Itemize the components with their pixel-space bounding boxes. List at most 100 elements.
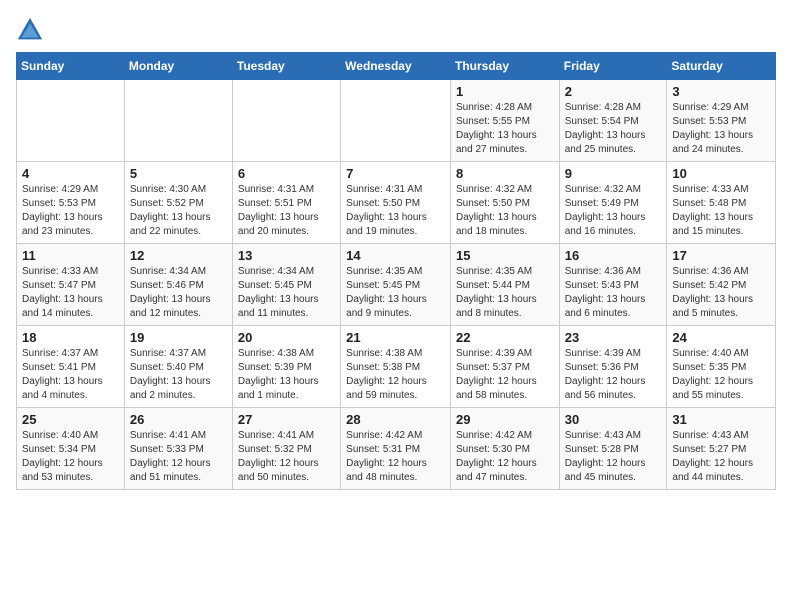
day-detail: Sunrise: 4:38 AMSunset: 5:39 PMDaylight:… xyxy=(238,347,335,403)
calendar-day-cell: 18 Sunrise: 4:37 AMSunset: 5:41 PMDayligh… xyxy=(17,326,125,408)
day-detail: Sunrise: 4:40 AMSunset: 5:34 PMDaylight:… xyxy=(22,429,119,485)
calendar-week-row: 11Sunrise: 4:33 AMSunset: 5:47 PMDayligh… xyxy=(17,244,776,326)
calendar-day-cell: 7Sunrise: 4:31 AMSunset: 5:50 PMDaylight… xyxy=(341,162,451,244)
calendar-day-cell: 21 Sunrise: 4:38 AMSunset: 5:38 PMDayligh… xyxy=(341,326,451,408)
calendar-day-cell xyxy=(124,80,232,162)
day-detail: Sunrise: 4:30 AMSunset: 5:52 PMDaylight:… xyxy=(130,183,227,239)
day-number: 27 xyxy=(238,412,335,427)
day-number: 1 xyxy=(456,84,554,99)
day-number: 29 xyxy=(456,412,554,427)
day-detail: Sunrise: 4:35 AMSunset: 5:44 PMDaylight:… xyxy=(456,265,554,321)
day-detail: Sunrise: 4:34 AMSunset: 5:46 PMDaylight:… xyxy=(130,265,227,321)
calendar-day-cell: 8Sunrise: 4:32 AMSunset: 5:50 PMDaylight… xyxy=(450,162,559,244)
day-detail: Sunrise: 4:41 AMSunset: 5:33 PMDaylight:… xyxy=(130,429,227,485)
calendar-day-cell: 14 Sunrise: 4:35 AMSunset: 5:45 PMDayligh… xyxy=(341,244,451,326)
calendar-day-cell: 2 Sunrise: 4:28 AMSunset: 5:54 PMDaylight… xyxy=(559,80,667,162)
calendar-body: 1 Sunrise: 4:28 AMSunset: 5:55 PMDaylight… xyxy=(17,80,776,490)
day-detail: Sunrise: 4:35 AMSunset: 5:45 PMDaylight:… xyxy=(346,265,445,321)
calendar-day-cell xyxy=(232,80,340,162)
weekday-header: Thursday xyxy=(450,53,559,80)
logo-icon xyxy=(16,16,44,44)
weekday-header: Friday xyxy=(559,53,667,80)
weekday-header: Sunday xyxy=(17,53,125,80)
calendar-day-cell xyxy=(341,80,451,162)
calendar-day-cell xyxy=(17,80,125,162)
calendar-day-cell: 30 Sunrise: 4:43 AMSunset: 5:28 PMDayligh… xyxy=(559,408,667,490)
day-number: 13 xyxy=(238,248,335,263)
calendar-day-cell: 27 Sunrise: 4:41 AMSunset: 5:32 PMDayligh… xyxy=(232,408,340,490)
day-number: 22 xyxy=(456,330,554,345)
day-number: 16 xyxy=(565,248,662,263)
day-detail: Sunrise: 4:43 AMSunset: 5:27 PMDaylight:… xyxy=(672,429,770,485)
day-number: 28 xyxy=(346,412,445,427)
calendar-day-cell: 17Sunrise: 4:36 AMSunset: 5:42 PMDayligh… xyxy=(667,244,776,326)
day-detail: Sunrise: 4:41 AMSunset: 5:32 PMDaylight:… xyxy=(238,429,335,485)
day-number: 10 xyxy=(672,166,770,181)
calendar-day-cell: 15Sunrise: 4:35 AMSunset: 5:44 PMDayligh… xyxy=(450,244,559,326)
day-number: 24 xyxy=(672,330,770,345)
day-detail: Sunrise: 4:38 AMSunset: 5:38 PMDaylight:… xyxy=(346,347,445,403)
page-header xyxy=(16,16,776,44)
day-number: 8 xyxy=(456,166,554,181)
day-number: 23 xyxy=(565,330,662,345)
day-detail: Sunrise: 4:29 AMSunset: 5:53 PMDaylight:… xyxy=(22,183,119,239)
calendar-day-cell: 16 Sunrise: 4:36 AMSunset: 5:43 PMDayligh… xyxy=(559,244,667,326)
calendar-week-row: 18 Sunrise: 4:37 AMSunset: 5:41 PMDayligh… xyxy=(17,326,776,408)
day-number: 25 xyxy=(22,412,119,427)
day-number: 12 xyxy=(130,248,227,263)
day-detail: Sunrise: 4:37 AMSunset: 5:41 PMDaylight:… xyxy=(22,347,119,403)
day-detail: Sunrise: 4:31 AMSunset: 5:50 PMDaylight:… xyxy=(346,183,445,239)
day-detail: Sunrise: 4:36 AMSunset: 5:42 PMDaylight:… xyxy=(672,265,770,321)
day-number: 3 xyxy=(672,84,770,99)
calendar-day-cell: 1 Sunrise: 4:28 AMSunset: 5:55 PMDaylight… xyxy=(450,80,559,162)
day-number: 9 xyxy=(565,166,662,181)
day-detail: Sunrise: 4:34 AMSunset: 5:45 PMDaylight:… xyxy=(238,265,335,321)
calendar-table: SundayMondayTuesdayWednesdayThursdayFrid… xyxy=(16,52,776,490)
calendar-week-row: 25 Sunrise: 4:40 AMSunset: 5:34 PMDayligh… xyxy=(17,408,776,490)
calendar-week-row: 1 Sunrise: 4:28 AMSunset: 5:55 PMDaylight… xyxy=(17,80,776,162)
calendar-day-cell: 6Sunrise: 4:31 AMSunset: 5:51 PMDaylight… xyxy=(232,162,340,244)
day-number: 30 xyxy=(565,412,662,427)
calendar-week-row: 4 Sunrise: 4:29 AMSunset: 5:53 PMDaylight… xyxy=(17,162,776,244)
day-number: 2 xyxy=(565,84,662,99)
calendar-day-cell: 19 Sunrise: 4:37 AMSunset: 5:40 PMDayligh… xyxy=(124,326,232,408)
day-number: 14 xyxy=(346,248,445,263)
calendar-day-cell: 29 Sunrise: 4:42 AMSunset: 5:30 PMDayligh… xyxy=(450,408,559,490)
day-detail: Sunrise: 4:39 AMSunset: 5:37 PMDaylight:… xyxy=(456,347,554,403)
day-number: 19 xyxy=(130,330,227,345)
calendar-day-cell: 31 Sunrise: 4:43 AMSunset: 5:27 PMDayligh… xyxy=(667,408,776,490)
day-detail: Sunrise: 4:31 AMSunset: 5:51 PMDaylight:… xyxy=(238,183,335,239)
calendar-day-cell: 23 Sunrise: 4:39 AMSunset: 5:36 PMDayligh… xyxy=(559,326,667,408)
day-detail: Sunrise: 4:36 AMSunset: 5:43 PMDaylight:… xyxy=(565,265,662,321)
day-detail: Sunrise: 4:29 AMSunset: 5:53 PMDaylight:… xyxy=(672,101,770,157)
day-detail: Sunrise: 4:28 AMSunset: 5:54 PMDaylight:… xyxy=(565,101,662,157)
day-detail: Sunrise: 4:42 AMSunset: 5:30 PMDaylight:… xyxy=(456,429,554,485)
day-detail: Sunrise: 4:37 AMSunset: 5:40 PMDaylight:… xyxy=(130,347,227,403)
day-number: 26 xyxy=(130,412,227,427)
weekday-row: SundayMondayTuesdayWednesdayThursdayFrid… xyxy=(17,53,776,80)
calendar-day-cell: 20 Sunrise: 4:38 AMSunset: 5:39 PMDayligh… xyxy=(232,326,340,408)
calendar-day-cell: 3 Sunrise: 4:29 AMSunset: 5:53 PMDaylight… xyxy=(667,80,776,162)
day-detail: Sunrise: 4:28 AMSunset: 5:55 PMDaylight:… xyxy=(456,101,554,157)
calendar-day-cell: 10Sunrise: 4:33 AMSunset: 5:48 PMDayligh… xyxy=(667,162,776,244)
day-number: 18 xyxy=(22,330,119,345)
weekday-header: Saturday xyxy=(667,53,776,80)
day-detail: Sunrise: 4:40 AMSunset: 5:35 PMDaylight:… xyxy=(672,347,770,403)
weekday-header: Tuesday xyxy=(232,53,340,80)
weekday-header: Monday xyxy=(124,53,232,80)
calendar-day-cell: 24 Sunrise: 4:40 AMSunset: 5:35 PMDayligh… xyxy=(667,326,776,408)
day-detail: Sunrise: 4:32 AMSunset: 5:49 PMDaylight:… xyxy=(565,183,662,239)
weekday-header: Wednesday xyxy=(341,53,451,80)
day-detail: Sunrise: 4:43 AMSunset: 5:28 PMDaylight:… xyxy=(565,429,662,485)
day-number: 20 xyxy=(238,330,335,345)
day-number: 21 xyxy=(346,330,445,345)
day-number: 4 xyxy=(22,166,119,181)
calendar-day-cell: 26 Sunrise: 4:41 AMSunset: 5:33 PMDayligh… xyxy=(124,408,232,490)
calendar-header: SundayMondayTuesdayWednesdayThursdayFrid… xyxy=(17,53,776,80)
calendar-day-cell: 22 Sunrise: 4:39 AMSunset: 5:37 PMDayligh… xyxy=(450,326,559,408)
day-detail: Sunrise: 4:42 AMSunset: 5:31 PMDaylight:… xyxy=(346,429,445,485)
calendar-day-cell: 9 Sunrise: 4:32 AMSunset: 5:49 PMDaylight… xyxy=(559,162,667,244)
calendar-day-cell: 4 Sunrise: 4:29 AMSunset: 5:53 PMDaylight… xyxy=(17,162,125,244)
day-detail: Sunrise: 4:39 AMSunset: 5:36 PMDaylight:… xyxy=(565,347,662,403)
day-number: 31 xyxy=(672,412,770,427)
